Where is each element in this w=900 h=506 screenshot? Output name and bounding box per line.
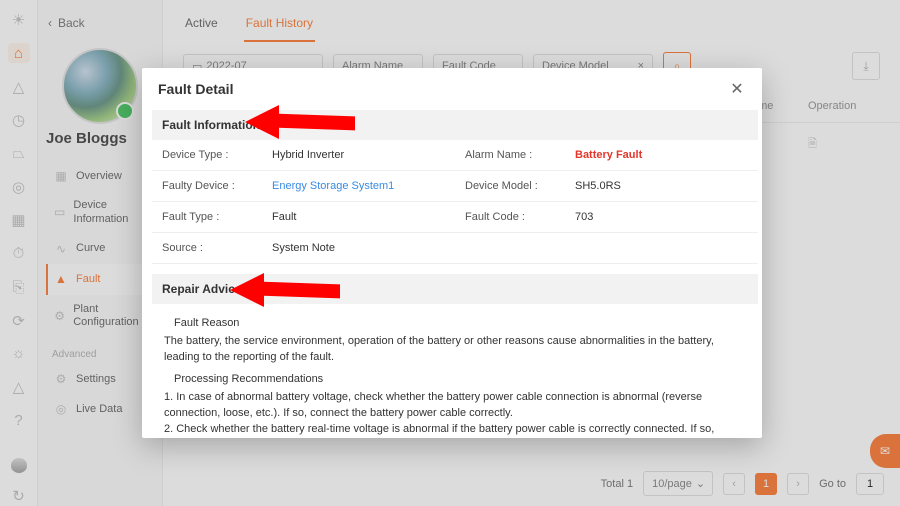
processing-rec-head: Processing Recommendations <box>174 372 746 388</box>
processing-rec-2: 2. Check whether the battery real-time v… <box>164 422 746 438</box>
value-alarm-name: Battery Fault <box>565 140 758 171</box>
fault-detail-modal: Fault Detail ✕ Fault Information Device … <box>142 68 762 438</box>
repair-advice-content: Fault Reason The battery, the service en… <box>152 304 758 438</box>
label-alarm-name: Alarm Name : <box>455 140 565 171</box>
value-device-model: SH5.0RS <box>565 171 758 202</box>
close-icon: ✕ <box>730 79 743 99</box>
label-device-type: Device Type : <box>152 140 262 171</box>
modal-body[interactable]: Fault Information Device Type : Hybrid I… <box>142 110 762 438</box>
fault-info-grid: Device Type : Hybrid Inverter Alarm Name… <box>152 140 758 264</box>
label-faulty-device: Faulty Device : <box>152 171 262 202</box>
value-source: System Note <box>262 233 455 264</box>
section-repair-advice: Repair Advice <box>152 274 758 304</box>
label-source: Source : <box>152 233 262 264</box>
fault-reason-body: The battery, the service environment, op… <box>164 334 746 366</box>
label-fault-type: Fault Type : <box>152 202 262 233</box>
value-fault-code: 703 <box>565 202 758 233</box>
modal-close-button[interactable]: ✕ <box>728 80 746 98</box>
fault-reason-head: Fault Reason <box>174 316 746 332</box>
label-fault-code: Fault Code : <box>455 202 565 233</box>
value-faulty-device[interactable]: Energy Storage System1 <box>262 171 455 202</box>
value-fault-type: Fault <box>262 202 455 233</box>
section-fault-info: Fault Information <box>152 110 758 140</box>
label-device-model: Device Model : <box>455 171 565 202</box>
processing-rec-1: 1. In case of abnormal battery voltage, … <box>164 390 746 422</box>
modal-title: Fault Detail <box>158 81 233 97</box>
value-device-type: Hybrid Inverter <box>262 140 455 171</box>
